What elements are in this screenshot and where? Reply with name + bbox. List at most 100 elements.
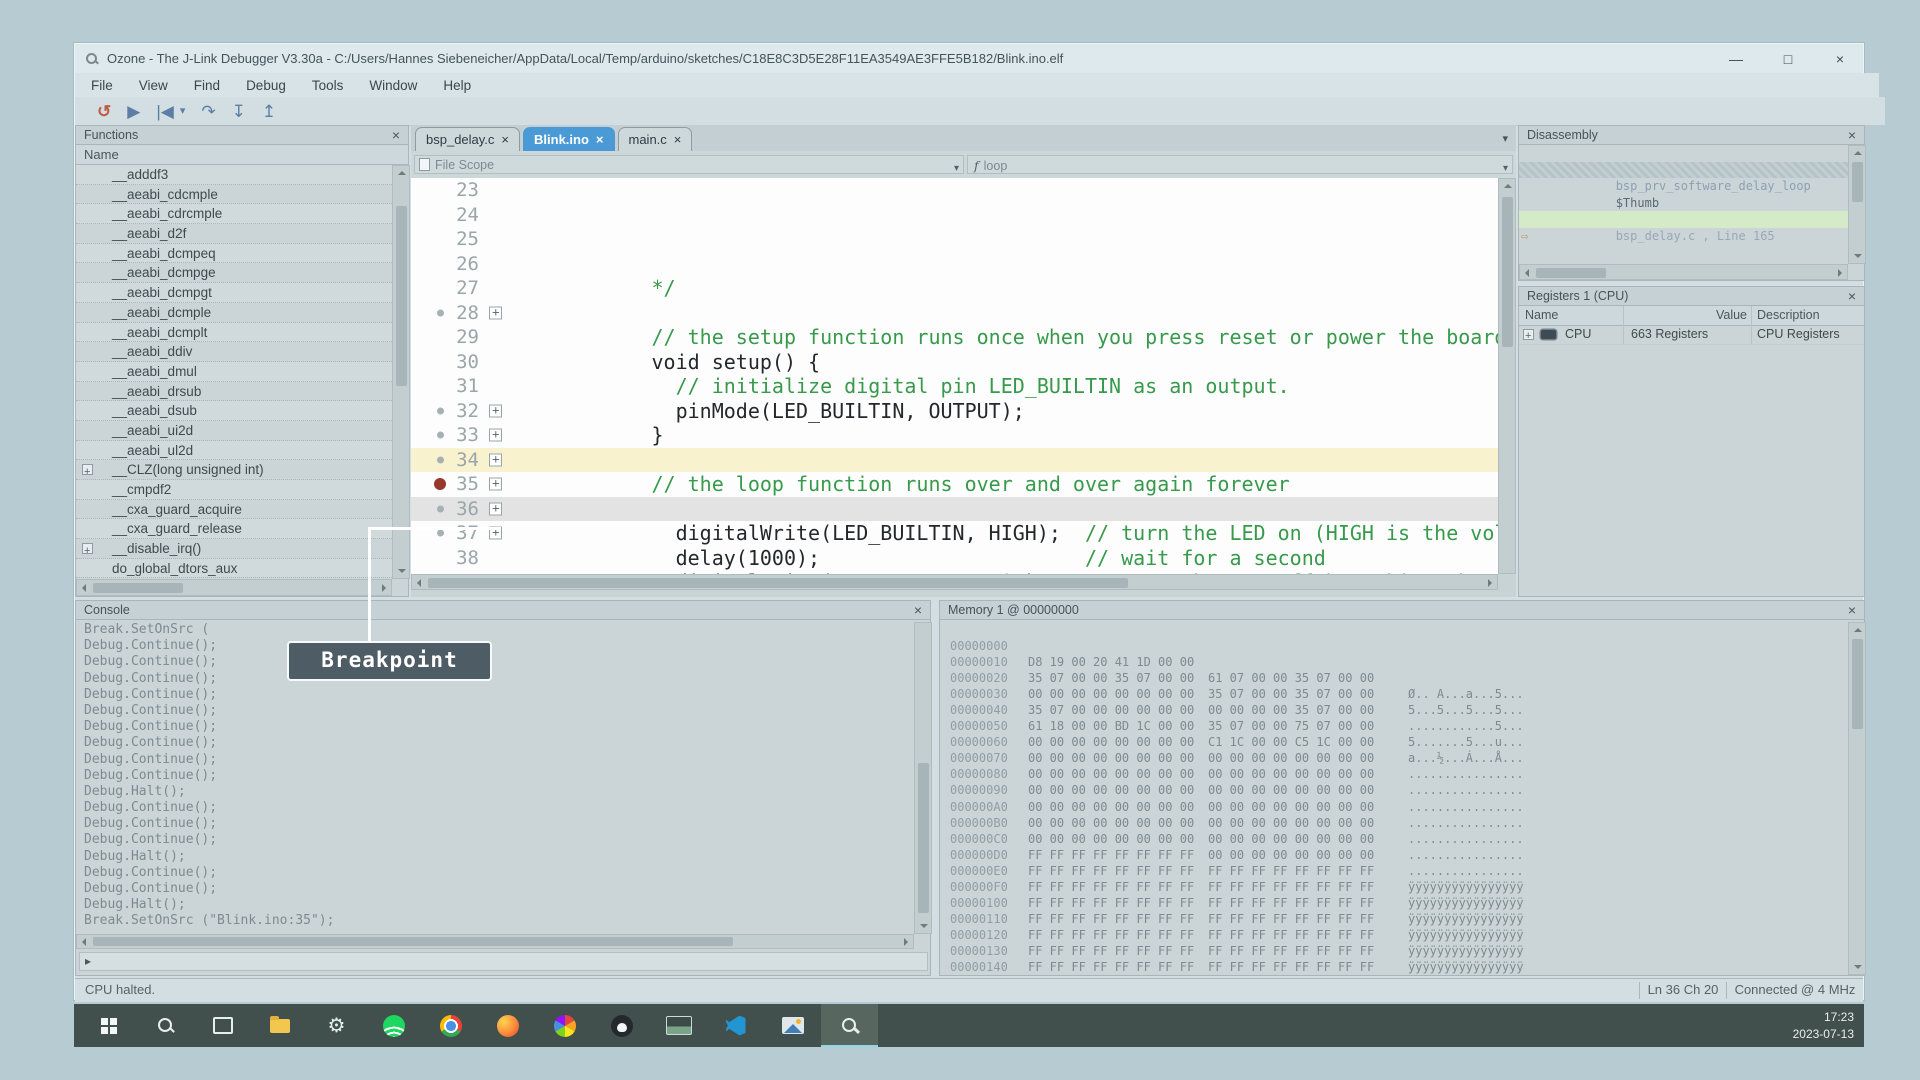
expand-icon[interactable]	[1523, 329, 1534, 340]
function-list-item[interactable]: do_global_dtors_aux	[76, 559, 392, 579]
reset-dropdown-caret[interactable]: ▾	[180, 106, 186, 117]
fold-toggle-icon[interactable]	[489, 404, 502, 417]
fold-toggle-icon[interactable]	[489, 306, 502, 319]
close-tab-icon[interactable]	[674, 133, 682, 146]
step-over-button[interactable]: ↷	[201, 103, 215, 120]
taskbar-item[interactable]	[194, 1004, 251, 1047]
disassembly-horizontal-scrollbar[interactable]	[1519, 264, 1848, 280]
code-line[interactable]: 34 delay(1000); // wait for a second	[411, 448, 1498, 473]
disassembly-rows[interactable]: bsp_prv_software_delay_loop $Thumb	[1519, 145, 1848, 262]
function-list-item[interactable]: __aeabi_dcmpeq	[76, 244, 392, 264]
code-line[interactable]: 30	[411, 350, 1498, 375]
menu-item[interactable]: Help	[443, 78, 471, 93]
taskbar-item[interactable]	[422, 1004, 479, 1047]
close-registers-icon[interactable]	[1844, 287, 1860, 306]
console-output[interactable]: Break.SetOnSrc ( Debug.Continue(); Debug…	[76, 622, 914, 932]
code-line[interactable]: 23 */	[411, 178, 1498, 203]
taskbar-item[interactable]	[80, 1004, 137, 1047]
run-button[interactable]: ▶	[127, 103, 140, 120]
registers-column-header[interactable]: Name Value Description	[1519, 306, 1864, 326]
function-list-item[interactable]: __disable_irq()	[76, 539, 392, 559]
taskbar-item[interactable]	[308, 1004, 365, 1047]
menu-item[interactable]: Find	[194, 78, 220, 93]
step-into-button[interactable]: ↧	[232, 103, 246, 120]
code-line[interactable]: 33 digitalWrite(LED_BUILTIN, HIGH); // t…	[411, 423, 1498, 448]
function-list-item[interactable]: __aeabi_dsub	[76, 401, 392, 421]
taskbar-item[interactable]	[536, 1004, 593, 1047]
close-tab-icon[interactable]	[501, 133, 509, 146]
expand-icon[interactable]	[82, 543, 93, 554]
code-line[interactable]: 24	[411, 203, 1498, 228]
taskbar-item[interactable]	[593, 1004, 650, 1047]
code-area[interactable]: 23 */ 24 25	[411, 178, 1499, 574]
disassembly-row[interactable]: bsp_delay.c , Line 165	[1519, 195, 1848, 212]
functions-horizontal-scrollbar[interactable]	[76, 579, 392, 596]
taskbar-item[interactable]	[251, 1004, 308, 1047]
power-button[interactable]: ↺	[97, 103, 111, 120]
disassembly-row[interactable]: bsp_delay.c , Line 164	[1519, 178, 1848, 195]
function-list-item[interactable]: __aeabi_ui2d	[76, 421, 392, 441]
functions-vertical-scrollbar[interactable]	[392, 165, 410, 579]
code-line[interactable]: 25 // the setup function runs once when …	[411, 227, 1498, 252]
function-list-item[interactable]: __aeabi_drsub	[76, 382, 392, 402]
expand-icon[interactable]	[82, 464, 93, 475]
function-list-item[interactable]: __aeabi_dcmpge	[76, 263, 392, 283]
disassembly-row[interactable]: $Thumb	[1519, 162, 1848, 179]
close-disassembly-icon[interactable]	[1844, 126, 1860, 145]
tab-list-caret-icon[interactable]: ▾	[1502, 132, 1508, 145]
file-scope-dropdown[interactable]: File Scope ▾	[414, 155, 964, 174]
function-list-item[interactable]: __aeabi_dcmple	[76, 303, 392, 323]
disassembly-vertical-scrollbar[interactable]	[1848, 145, 1866, 264]
taskbar-item[interactable]	[650, 1004, 707, 1047]
disassembly-row[interactable]: 000044F8 CMP R0, #0	[1519, 228, 1848, 245]
code-line[interactable]: 36 delay(1000); // wait for a second	[411, 497, 1498, 522]
fold-toggle-icon[interactable]	[489, 453, 502, 466]
function-list-item[interactable]: __cxa_guard_release	[76, 519, 392, 539]
editor-tab[interactable]: Blink.ino	[523, 127, 614, 151]
console-horizontal-scrollbar[interactable]	[76, 934, 914, 949]
code-line[interactable]: 29 }	[411, 325, 1498, 350]
menu-item[interactable]: Debug	[246, 78, 286, 93]
function-list-item[interactable]: __aeabi_cdcmple	[76, 185, 392, 205]
function-dropdown[interactable]: floop ▾	[967, 155, 1513, 174]
step-out-button[interactable]: ↥	[262, 103, 276, 120]
editor-horizontal-scrollbar[interactable]	[411, 574, 1498, 590]
close-functions-icon[interactable]	[388, 126, 404, 145]
fold-toggle-icon[interactable]	[489, 502, 502, 515]
function-list-item[interactable]: __aeabi_ddiv	[76, 342, 392, 362]
taskbar-item[interactable]	[764, 1004, 821, 1047]
fold-toggle-icon[interactable]	[489, 429, 502, 442]
close-button[interactable]: ×	[1831, 51, 1849, 67]
code-line[interactable]: 31 // the loop function runs over and ov…	[411, 374, 1498, 399]
close-console-icon[interactable]	[910, 601, 926, 620]
menu-item[interactable]: File	[91, 78, 113, 93]
memory-hex-dump[interactable]: 00000000 D8 19 00 20 41 1D 00 00 61 07 0…	[940, 622, 1848, 975]
disassembly-row[interactable]: 000044FA BNE bsp_prv_sof	[1519, 244, 1848, 261]
menu-item[interactable]: View	[139, 78, 168, 93]
function-list-item[interactable]: __aeabi_cdrcmple	[76, 204, 392, 224]
editor-tab[interactable]: main.c	[618, 127, 693, 151]
taskbar-item[interactable]	[479, 1004, 536, 1047]
menu-item[interactable]: Tools	[312, 78, 344, 93]
close-memory-icon[interactable]	[1844, 601, 1860, 620]
menu-item[interactable]: Window	[369, 78, 417, 93]
function-list-item[interactable]: __cmpdf2	[76, 480, 392, 500]
taskbar-item[interactable]	[137, 1004, 194, 1047]
taskbar-clock[interactable]: 17:23 2023-07-13	[1793, 1009, 1854, 1043]
function-list-item[interactable]: __adddf3	[76, 165, 392, 185]
console-vertical-scrollbar[interactable]	[914, 622, 932, 934]
taskbar-item[interactable]	[707, 1004, 764, 1047]
function-list-item[interactable]: __aeabi_ul2d	[76, 441, 392, 461]
minimize-button[interactable]: —	[1727, 51, 1745, 67]
function-list-item[interactable]: __aeabi_dcmplt	[76, 323, 392, 343]
code-line[interactable]: 27 // initialize digital pin LED_BUILTIN…	[411, 276, 1498, 301]
taskbar-item[interactable]	[821, 1004, 878, 1047]
code-line[interactable]: 38	[411, 546, 1498, 571]
functions-column-header[interactable]: Name	[76, 145, 408, 165]
function-list-item[interactable]: __aeabi_dcmpgt	[76, 283, 392, 303]
code-line[interactable]: 32 void loop() {	[411, 399, 1498, 424]
close-tab-icon[interactable]	[596, 133, 604, 146]
code-line[interactable]: 37 }	[411, 521, 1498, 546]
memory-vertical-scrollbar[interactable]	[1848, 622, 1866, 975]
function-list-item[interactable]: __cxa_guard_acquire	[76, 500, 392, 520]
